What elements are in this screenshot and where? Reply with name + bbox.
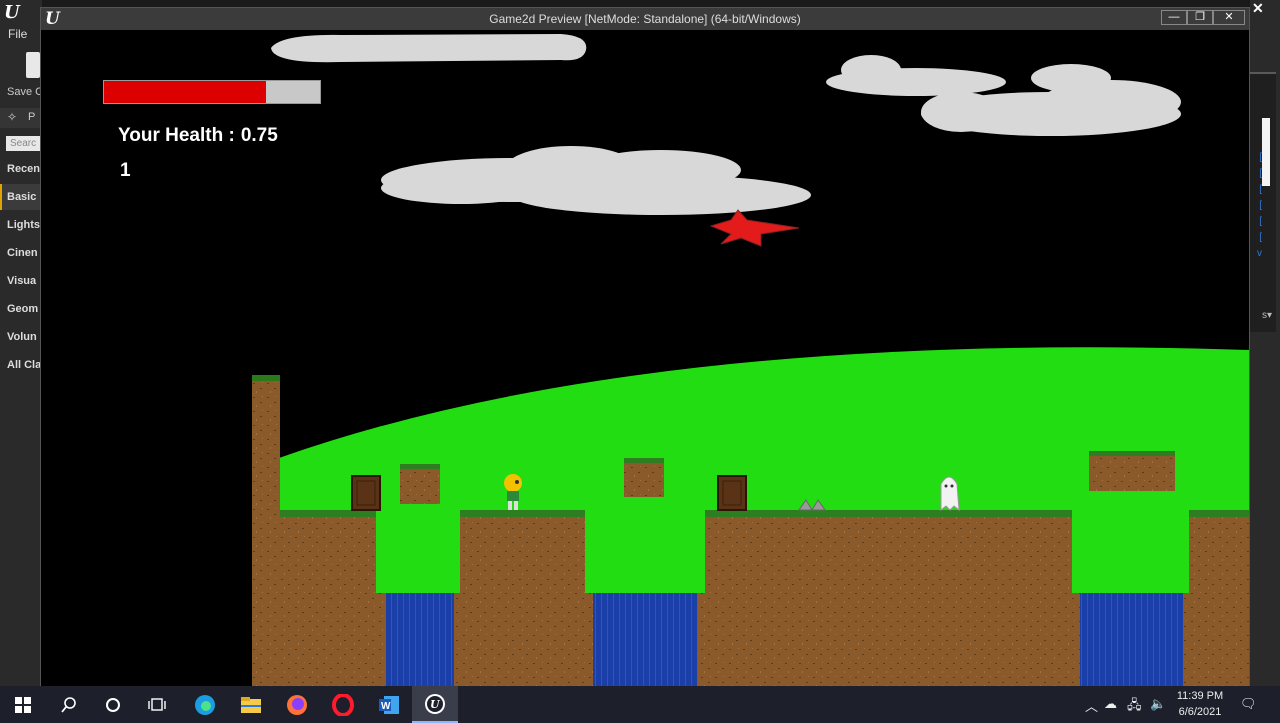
screen: U File Save C ✧ P Searc Recen Basic Ligh… [0, 0, 1280, 723]
file-explorer-button[interactable] [228, 686, 274, 723]
place-mode-label: P [28, 111, 36, 123]
firefox-icon [287, 694, 307, 715]
game-viewport[interactable]: Your Health :0.75 1 [41, 30, 1249, 686]
water-pool [593, 593, 697, 686]
water-pool [1080, 593, 1183, 686]
save-label: Save C [7, 86, 44, 98]
crate [351, 475, 381, 511]
details-link[interactable]: [ [1250, 230, 1262, 246]
search-button[interactable] [46, 686, 92, 723]
category-cinematic[interactable]: Cinen [0, 240, 42, 266]
details-link[interactable]: [ [1250, 198, 1262, 214]
opera-icon [332, 693, 354, 716]
cloud [826, 55, 1181, 136]
score-counter: 1 [120, 160, 131, 181]
ground-block [460, 514, 585, 686]
crate [717, 475, 747, 511]
network-icon[interactable]: 🖧 [1127, 696, 1142, 718]
health-bar-fill [104, 81, 266, 103]
cloud [271, 34, 587, 63]
ground-block [705, 514, 1072, 686]
health-label: Your Health : [118, 125, 235, 146]
clock-time: 11:39 PM [1176, 690, 1224, 702]
system-clock[interactable]: 11:39 PM 6/6/2021 [1170, 688, 1230, 720]
start-button[interactable] [0, 686, 46, 723]
category-basic[interactable]: Basic [0, 184, 42, 210]
svg-text:W: W [381, 701, 391, 712]
edge-button[interactable] [182, 686, 228, 723]
word-button[interactable]: W [366, 686, 412, 723]
details-scrollbar[interactable] [1262, 118, 1270, 186]
place-mode-tab[interactable]: ✧ P [0, 108, 42, 128]
ghost-enemy [940, 476, 960, 512]
category-visual[interactable]: Visua [0, 268, 42, 294]
dirt-pillar [252, 378, 280, 686]
task-view-button[interactable] [134, 686, 180, 723]
cortana-button[interactable] [90, 686, 136, 723]
category-volumes[interactable]: Volun [0, 324, 42, 350]
taskbar: W U ︿ ☁ 🖧 🔈 11:39 PM 6/6/2021 🗨 [0, 686, 1280, 723]
firefox-button[interactable] [274, 686, 320, 723]
category-lights[interactable]: Lights [0, 212, 42, 238]
unreal-engine-button[interactable]: U [412, 686, 458, 723]
edge-icon [195, 694, 215, 715]
editor-close-icon[interactable]: ✕ [1252, 0, 1264, 17]
unreal-engine-icon: U [425, 693, 445, 714]
start-icon [15, 696, 31, 713]
details-dropdown[interactable]: s▾ [1250, 310, 1272, 326]
show-hidden-icons[interactable]: ︿ [1085, 696, 1098, 715]
details-links: [ [ [ [ [ [ v [1250, 150, 1262, 262]
save-current-button[interactable]: Save C [0, 48, 44, 102]
cloud [381, 146, 811, 215]
search-input[interactable]: Searc [6, 136, 40, 151]
volume-icon[interactable]: 🔈 [1150, 696, 1166, 712]
minimize-button[interactable]: — [1161, 10, 1187, 25]
file-explorer-icon [241, 696, 261, 713]
water-pool [386, 593, 454, 686]
details-link[interactable]: [ [1250, 166, 1262, 182]
category-geometry[interactable]: Geom [0, 296, 42, 322]
save-icon [26, 52, 40, 78]
category-all-classes[interactable]: All Cla [0, 352, 42, 378]
window-titlebar[interactable]: U Game2d Preview [NetMode: Standalone] (… [41, 8, 1249, 30]
health-value: 0.75 [240, 125, 278, 146]
details-link[interactable]: [ [1250, 182, 1262, 198]
onedrive-icon[interactable]: ☁ [1104, 696, 1117, 712]
cortana-icon [106, 697, 120, 712]
details-link[interactable]: v [1250, 246, 1262, 262]
opera-button[interactable] [320, 686, 366, 723]
clock-date: 6/6/2021 [1178, 706, 1222, 718]
floating-block [1089, 454, 1175, 491]
maximize-button[interactable]: ❐ [1187, 10, 1213, 25]
search-icon [61, 696, 76, 713]
window-title: Game2d Preview [NetMode: Standalone] (64… [489, 12, 801, 26]
notifications-icon[interactable]: 🗨 [1240, 696, 1257, 712]
word-icon: W [379, 695, 399, 714]
category-recent[interactable]: Recen [0, 156, 42, 182]
close-button[interactable]: ✕ [1213, 10, 1245, 25]
floating-block [400, 467, 440, 504]
ground-block [280, 514, 376, 686]
editor-left-panel: U File Save C ✧ P Searc Recen Basic Ligh… [0, 0, 44, 686]
game-preview-window: U Game2d Preview [NetMode: Standalone] (… [40, 7, 1250, 687]
file-menu[interactable]: File [8, 27, 27, 41]
health-bar [103, 80, 321, 104]
details-link[interactable]: [ [1250, 150, 1262, 166]
ground-block [1189, 514, 1249, 686]
health-readout: Your Health :0.75 [118, 125, 278, 147]
task-view-icon [148, 697, 166, 711]
unreal-logo-icon: U [4, 2, 20, 23]
floating-block [624, 461, 664, 497]
details-link[interactable]: [ [1250, 214, 1262, 230]
star-pickup [709, 209, 800, 247]
place-mode-icon: ✧ [7, 110, 18, 124]
svg-text:U: U [430, 698, 441, 711]
